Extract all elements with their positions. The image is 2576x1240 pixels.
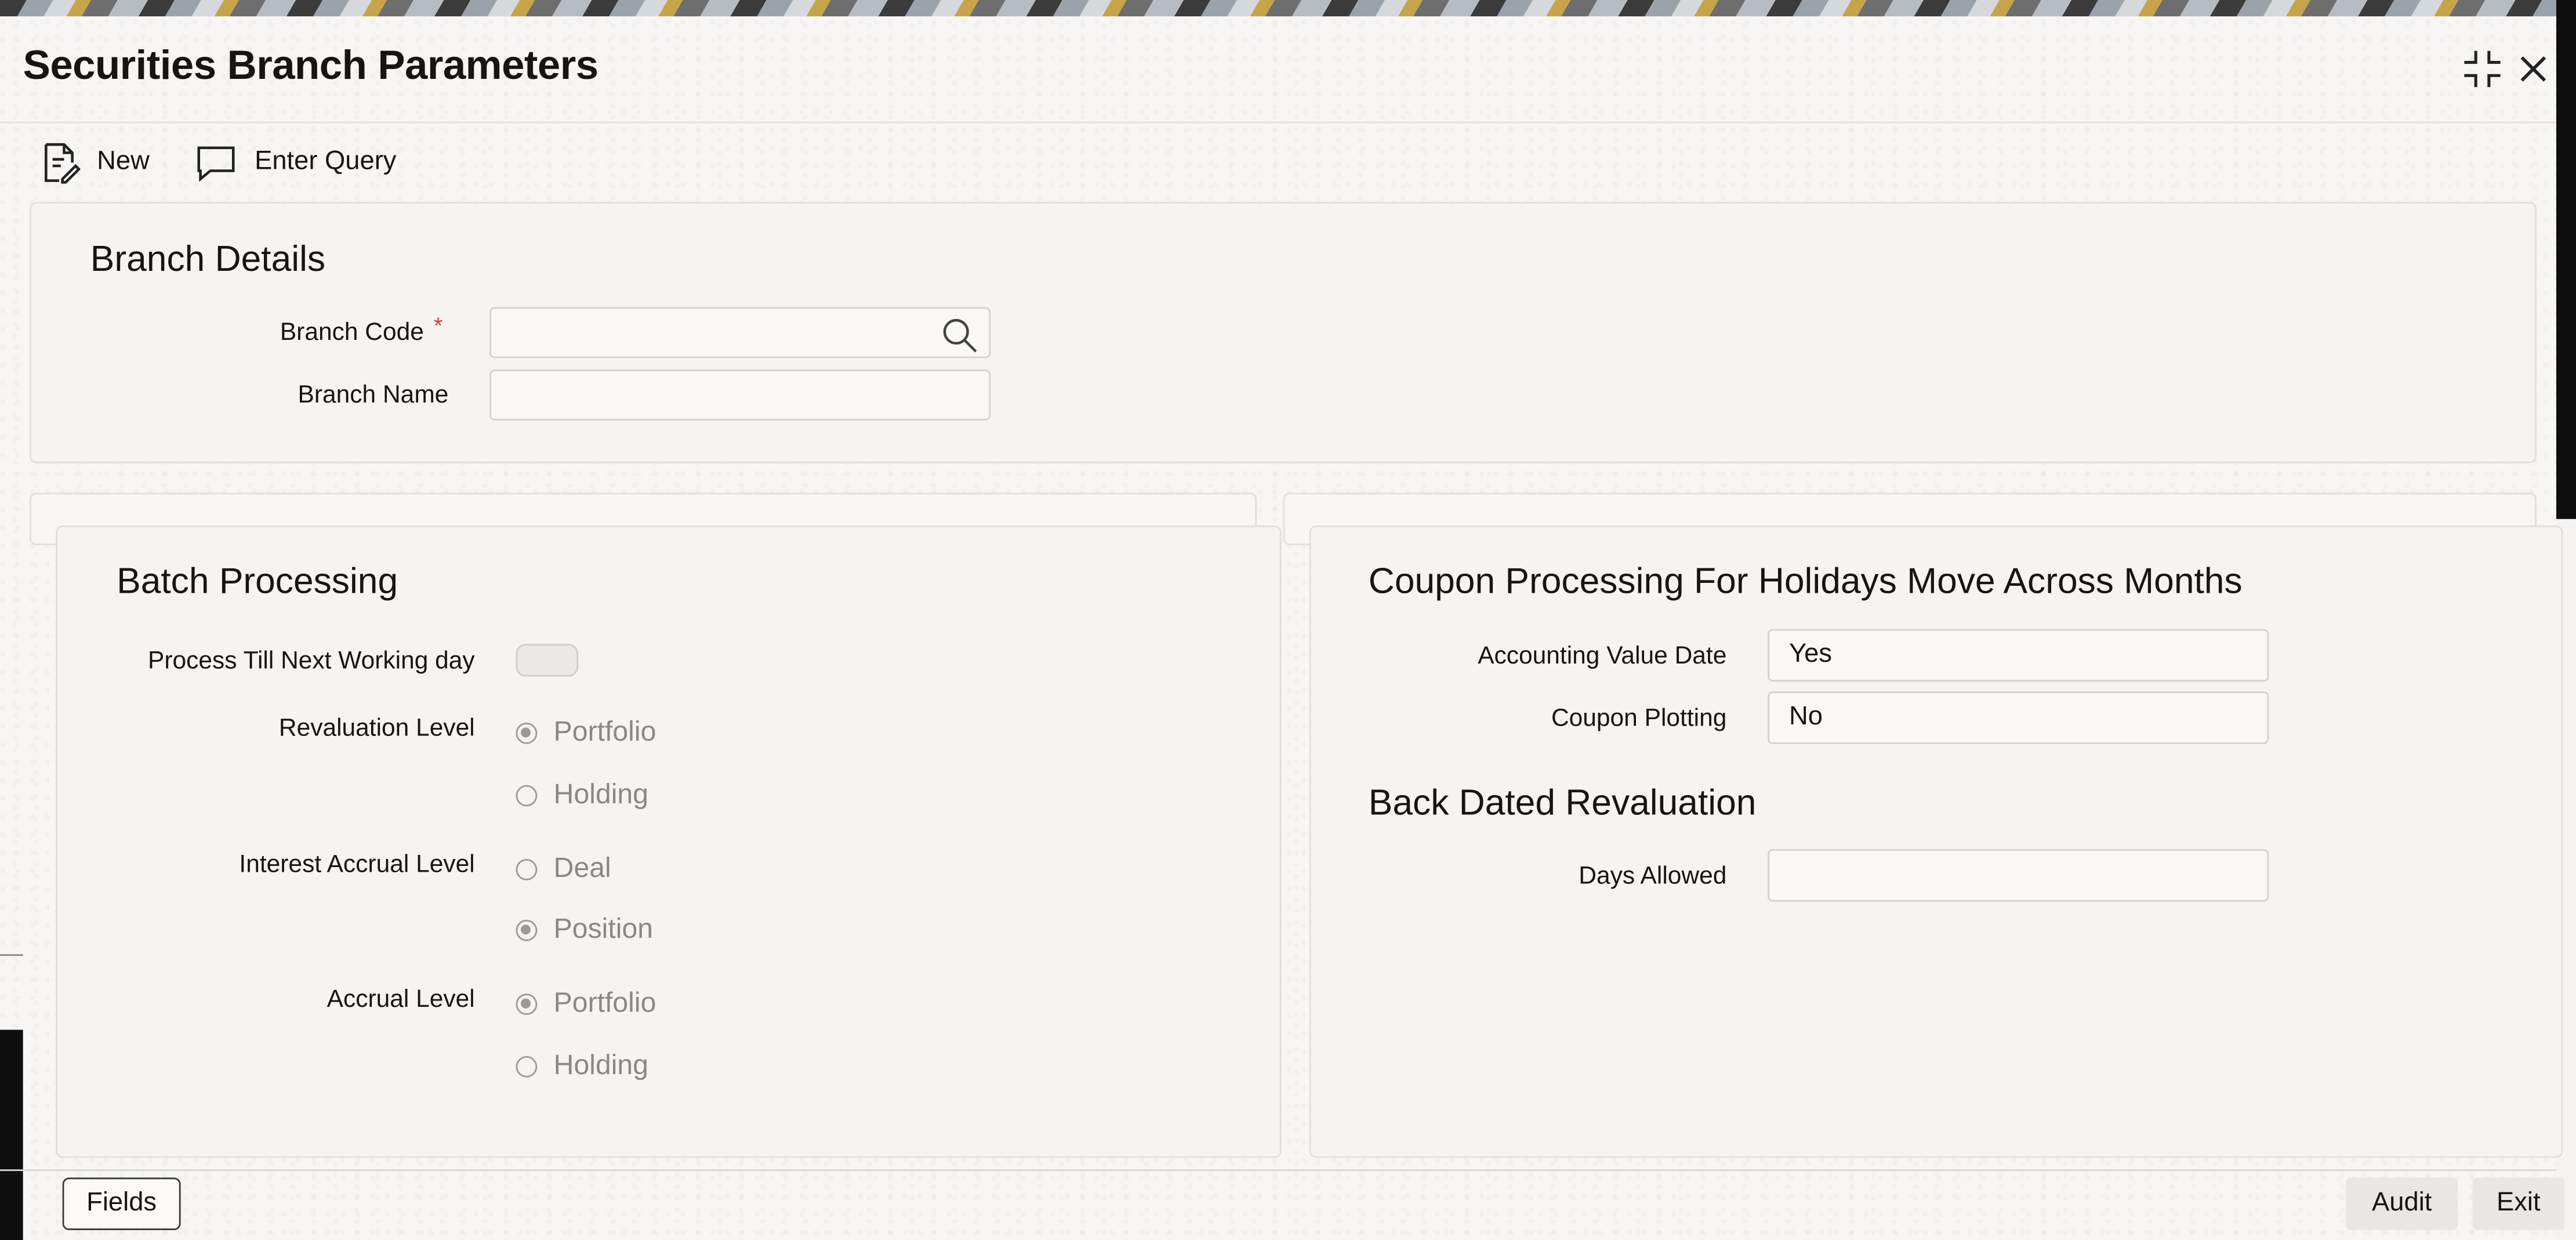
new-document-icon — [45, 143, 81, 184]
background-strip — [2556, 0, 2576, 519]
batch-processing-panel — [56, 525, 1282, 1158]
close-icon[interactable] — [2510, 46, 2556, 92]
radio-label: Holding — [553, 1049, 649, 1081]
coupon-plotting-label: Coupon Plotting — [1551, 704, 1727, 733]
radio-label: Deal — [553, 852, 611, 884]
interest-accrual-position-radio[interactable]: Position — [516, 913, 654, 946]
revaluation-portfolio-radio[interactable]: Portfolio — [516, 716, 656, 749]
revaluation-holding-radio[interactable]: Holding — [516, 778, 648, 811]
background-strip-left — [0, 1029, 23, 1240]
screen: Securities Branch Parameters New Enter Q… — [0, 0, 2576, 1240]
chat-icon — [197, 146, 235, 182]
page-title: Securities Branch Parameters — [23, 42, 598, 89]
enter-query-button[interactable]: Enter Query — [195, 138, 396, 187]
background-tick — [0, 954, 23, 956]
days-allowed-input[interactable] — [1768, 849, 2269, 902]
top-banner — [0, 0, 2576, 17]
interest-accrual-level-label: Interest Accrual Level — [239, 850, 475, 879]
footer-divider — [0, 1169, 2556, 1172]
branch-name-input[interactable] — [489, 369, 991, 420]
new-button[interactable]: New — [41, 138, 150, 187]
branch-name-label: Branch Name — [297, 380, 449, 409]
branch-details-heading: Branch Details — [90, 238, 326, 280]
accrual-holding-radio[interactable]: Holding — [516, 1050, 648, 1083]
accounting-value-date-label: Accounting Value Date — [1478, 642, 1727, 670]
batch-processing-heading: Batch Processing — [117, 560, 398, 601]
radio-checked-icon — [516, 992, 538, 1014]
process-till-toggle[interactable] — [516, 644, 579, 677]
accounting-value-date-field[interactable]: Yes — [1768, 629, 2269, 682]
branch-code-label: Branch Code — [280, 318, 424, 347]
minimize-icon[interactable] — [2459, 46, 2505, 92]
required-marker: * — [433, 312, 443, 339]
radio-unchecked-icon — [516, 784, 538, 806]
back-dated-revaluation-heading: Back Dated Revaluation — [1368, 781, 1757, 823]
interest-accrual-deal-radio[interactable]: Deal — [516, 853, 611, 886]
accounting-value-date-value: Yes — [1789, 640, 1832, 669]
radio-unchecked-icon — [516, 858, 538, 880]
search-icon[interactable] — [939, 316, 979, 355]
exit-button[interactable]: Exit — [2472, 1177, 2565, 1231]
audit-button[interactable]: Audit — [2346, 1177, 2458, 1231]
coupon-processing-heading: Coupon Processing For Holidays Move Acro… — [1368, 560, 2243, 601]
radio-label: Portfolio — [553, 716, 656, 748]
radio-label: Position — [553, 913, 654, 945]
accrual-level-label: Accrual Level — [326, 985, 475, 1014]
accrual-portfolio-radio[interactable]: Portfolio — [516, 987, 656, 1020]
enter-query-label: Enter Query — [255, 147, 397, 176]
radio-label: Holding — [553, 778, 649, 810]
radio-label: Portfolio — [553, 987, 656, 1018]
revaluation-level-label: Revaluation Level — [278, 714, 475, 742]
process-till-label: Process Till Next Working day — [148, 647, 475, 675]
coupon-processing-panel — [1309, 525, 2563, 1158]
coupon-plotting-field[interactable]: No — [1768, 691, 2269, 744]
radio-unchecked-icon — [516, 1055, 538, 1077]
radio-checked-icon — [516, 721, 538, 744]
new-label: New — [97, 147, 150, 176]
coupon-plotting-value: No — [1789, 703, 1823, 731]
branch-code-input[interactable] — [489, 307, 991, 358]
title-divider — [0, 121, 2556, 124]
fields-button[interactable]: Fields — [62, 1177, 181, 1231]
days-allowed-label: Days Allowed — [1579, 862, 1727, 890]
radio-checked-icon — [516, 919, 538, 941]
